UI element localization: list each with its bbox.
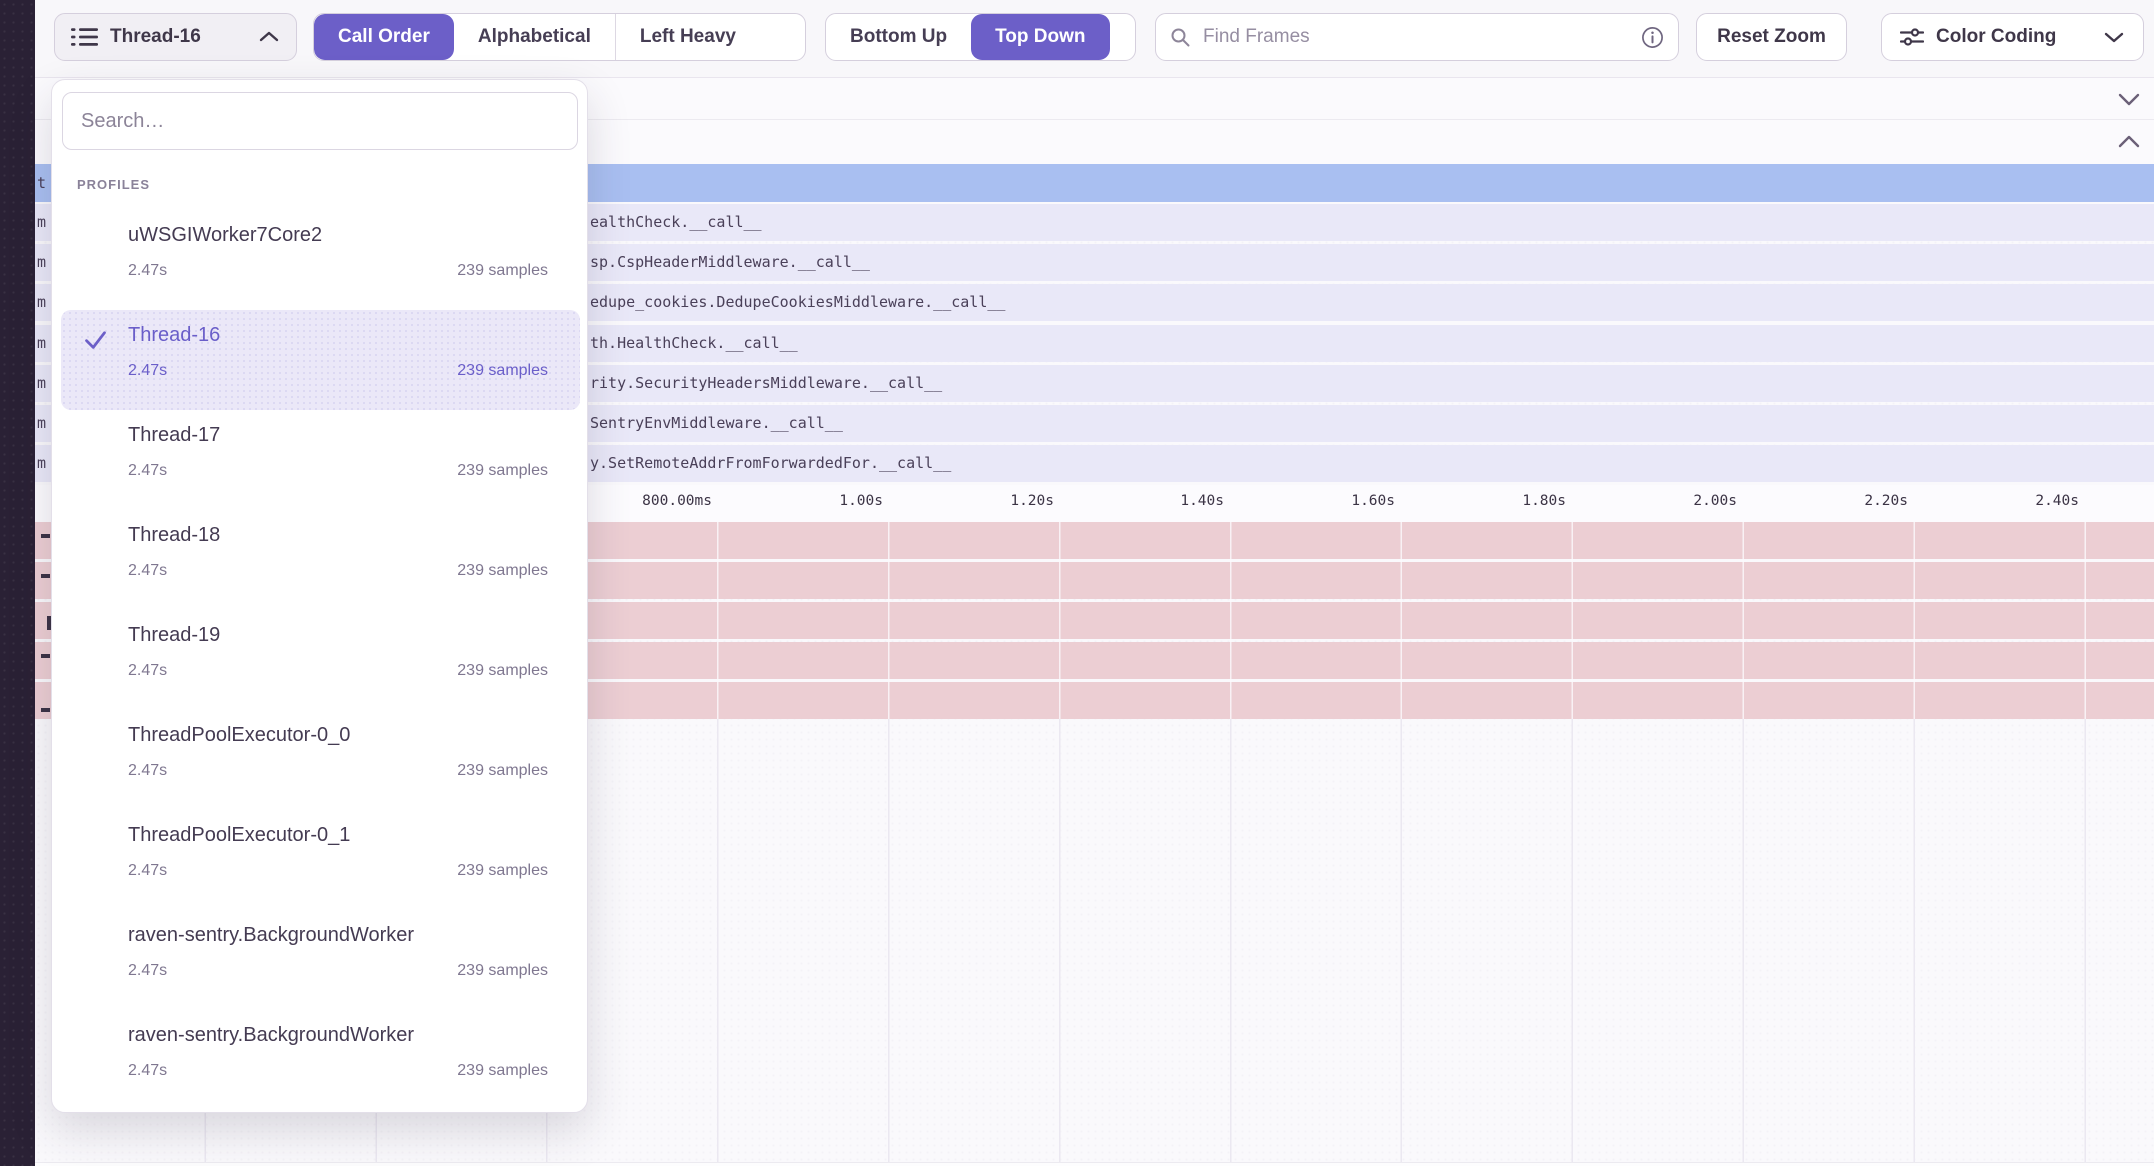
find-frames-input[interactable] [1201, 25, 1631, 49]
frame-name-fragment: m [37, 284, 46, 321]
profile-item-threadpoolexecutor-0-1[interactable]: ThreadPoolExecutor-0_1 2.47s 239 samples [61, 810, 580, 910]
profile-item-thread-17[interactable]: Thread-17 2.47s 239 samples [61, 410, 580, 510]
segment-option-bottom-up[interactable]: Bottom Up [826, 14, 971, 60]
time-axis-tick-label: 2.20s [1754, 493, 1908, 509]
color-coding-label: Color Coding [1936, 26, 2091, 48]
profile-duration: 2.47s [128, 562, 167, 580]
frame-name-fragment: m [37, 325, 46, 362]
profile-duration: 2.47s [128, 362, 167, 380]
thread-list-icon [71, 26, 98, 48]
reset-zoom-button[interactable]: Reset Zoom [1696, 13, 1847, 61]
profile-item-uwsgiworker7core2[interactable]: uWSGIWorker7Core2 2.47s 239 samples [61, 210, 580, 310]
frame-name-fragment: m [37, 405, 46, 442]
profile-name: Thread-16 [128, 324, 220, 347]
thread-dropdown-panel: PROFILES uWSGIWorker7Core2 2.47s 239 sampl… [51, 79, 588, 1113]
segment-option-top-down[interactable]: Top Down [971, 14, 1109, 60]
frame-name-fragment: y.SetRemoteAddrFromForwardedFor.__call__ [590, 445, 951, 482]
sort-order-segmented-control: Call OrderAlphabeticalLeft Heavy [313, 13, 806, 61]
profile-sample-count: 239 samples [457, 262, 548, 280]
search-icon [1170, 27, 1191, 48]
chevron-up-icon[interactable] [2116, 133, 2142, 151]
info-icon[interactable] [1641, 26, 1664, 49]
profile-sample-count: 239 samples [457, 1062, 548, 1080]
segment-option-left-heavy[interactable]: Left Heavy [615, 14, 760, 60]
profile-duration: 2.47s [128, 262, 167, 280]
flamegraph-toolbar: Thread-16 Call OrderAlphabeticalLeft Hea… [35, 0, 2154, 78]
chevron-down-icon [2103, 29, 2125, 45]
profile-item-raven-sentry-backgroundworker[interactable]: raven-sentry.BackgroundWorker 2.47s 239 sa… [61, 1010, 580, 1110]
frame-name-fragment: SentryEnvMiddleware.__call__ [590, 405, 843, 442]
profile-name: raven-sentry.BackgroundWorker [128, 924, 414, 947]
time-axis-tick-label: 2.40s [1925, 493, 2079, 509]
time-axis-tick-label: 1.00s [729, 493, 883, 509]
segment-option-alphabetical[interactable]: Alphabetical [454, 14, 615, 60]
thread-selector-button[interactable]: Thread-16 [54, 13, 297, 61]
profile-duration: 2.47s [128, 662, 167, 680]
profile-duration: 2.47s [128, 862, 167, 880]
profile-sample-count: 239 samples [457, 862, 548, 880]
profile-duration: 2.47s [128, 962, 167, 980]
frame-name-fragment: th.HealthCheck.__call__ [590, 325, 798, 362]
profile-sample-count: 239 samples [457, 662, 548, 680]
sliders-icon [1900, 27, 1924, 47]
frame-name-fragment: m [37, 445, 46, 482]
profile-item-thread-19[interactable]: Thread-19 2.47s 239 samples [61, 610, 580, 710]
profile-name: Thread-17 [128, 424, 220, 447]
thread-search-input[interactable] [62, 92, 578, 150]
profile-sample-count: 239 samples [457, 762, 548, 780]
thread-selector-label: Thread-16 [110, 26, 246, 48]
frame-name-fragment: rity.SecurityHeadersMiddleware.__call__ [590, 365, 942, 402]
frame-name-fragment: sp.CspHeaderMiddleware.__call__ [590, 244, 870, 281]
frame-name-fragment: t [37, 164, 46, 202]
profile-name: ThreadPoolExecutor-0_1 [128, 824, 350, 847]
canvas-bottom-divider [35, 1162, 2154, 1166]
segment-option-call-order[interactable]: Call Order [314, 14, 454, 60]
profile-sample-count: 239 samples [457, 462, 548, 480]
chevron-down-icon[interactable] [2116, 90, 2142, 108]
profile-duration: 2.47s [128, 462, 167, 480]
frame-name-fragment: m [37, 365, 46, 402]
profile-name: uWSGIWorker7Core2 [128, 224, 322, 247]
time-axis-tick-label: 1.20s [900, 493, 1054, 509]
chevron-up-icon [258, 29, 280, 45]
frame-name-fragment: m [37, 244, 46, 281]
profiler-flamegraph-screen: t mealthCheck.__call__msp.CspHeaderMiddl… [0, 0, 2154, 1166]
find-frames-field[interactable] [1155, 13, 1679, 61]
frame-name-fragment: ealthCheck.__call__ [590, 204, 762, 241]
profile-item-threadpoolexecutor-0-0[interactable]: ThreadPoolExecutor-0_0 2.47s 239 samples [61, 710, 580, 810]
view-direction-segmented-control: Bottom UpTop Down [825, 13, 1136, 61]
profile-name: raven-sentry.BackgroundWorker [128, 1024, 414, 1047]
profile-sample-count: 239 samples [457, 562, 548, 580]
frame-name-fragment: m [37, 204, 46, 241]
profile-item-thread-16[interactable]: Thread-16 2.47s 239 samples [61, 310, 580, 410]
profile-name: ThreadPoolExecutor-0_0 [128, 724, 350, 747]
profile-item-thread-18[interactable]: Thread-18 2.47s 239 samples [61, 510, 580, 610]
time-axis-tick-label: 1.80s [1412, 493, 1566, 509]
color-coding-button[interactable]: Color Coding [1881, 13, 2144, 61]
time-axis-tick-label: 1.40s [1070, 493, 1224, 509]
frame-name-fragment: edupe_cookies.DedupeCookiesMiddleware.__… [590, 284, 1005, 321]
profile-name: Thread-19 [128, 624, 220, 647]
app-side-rail [0, 0, 35, 1166]
profiles-section-label: PROFILES [77, 177, 150, 192]
check-icon [82, 326, 109, 353]
profile-duration: 2.47s [128, 1062, 167, 1080]
profile-duration: 2.47s [128, 762, 167, 780]
profile-name: Thread-18 [128, 524, 220, 547]
reset-zoom-label: Reset Zoom [1717, 26, 1826, 48]
time-axis-tick-label: 1.60s [1241, 493, 1395, 509]
time-axis-tick-label: 2.00s [1583, 493, 1737, 509]
profile-item-raven-sentry-backgroundworker[interactable]: raven-sentry.BackgroundWorker 2.47s 239 sa… [61, 910, 580, 1010]
profile-sample-count: 239 samples [457, 362, 548, 380]
profile-sample-count: 239 samples [457, 962, 548, 980]
